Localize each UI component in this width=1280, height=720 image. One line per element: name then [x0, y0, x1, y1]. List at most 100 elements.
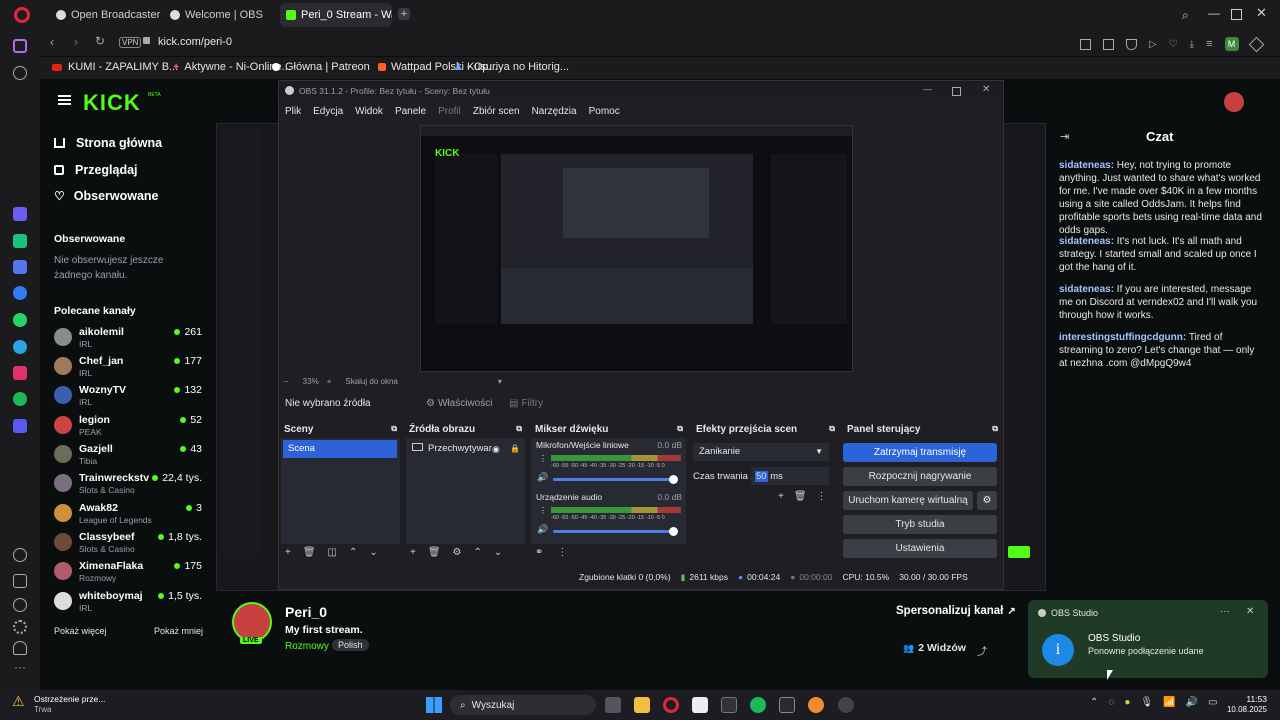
lock-icon[interactable]: 🔒 [510, 440, 520, 458]
stop-streaming-button[interactable]: Zatrzymaj transmisję [843, 443, 997, 462]
channel-item[interactable]: Trainwreckstv Slots & Casino 22,4 tys. [54, 471, 202, 499]
scene-filter-icon[interactable]: ◫ [328, 547, 337, 558]
channel-item[interactable]: Gazjell Tibia 43 [54, 442, 202, 470]
microphone-icon[interactable]: 🎙 [1140, 697, 1153, 708]
streamer-avatar[interactable] [232, 602, 272, 642]
show-more-button[interactable]: Pokaż więcej [54, 626, 107, 636]
reload-icon[interactable]: ↻ [95, 34, 105, 48]
settings-button[interactable]: Ustawienia [843, 539, 997, 558]
more-icon[interactable]: ··· [1220, 606, 1230, 617]
task-view-icon[interactable] [605, 697, 621, 713]
clock-time[interactable]: 11:53 [1221, 694, 1267, 704]
clock-date[interactable]: 10.08.2025 [1214, 705, 1267, 714]
transition-select[interactable]: Zanikanie ▼ [693, 443, 829, 461]
dock-float-icon[interactable]: ⧉ [516, 424, 522, 434]
scene-item[interactable]: Scena [283, 440, 397, 458]
zoom-out-icon[interactable]: − [284, 377, 289, 386]
speaker-icon[interactable]: 🔊 [537, 472, 548, 483]
player-icon[interactable] [13, 419, 27, 433]
bulb-icon[interactable] [13, 641, 27, 655]
history-icon[interactable] [13, 598, 27, 612]
kick-logo[interactable]: KICK [83, 90, 141, 116]
filters-button[interactable]: ▤ Filtry [509, 394, 543, 412]
tab-obs-software[interactable]: Open Broadcaster Software [50, 3, 162, 27]
profile-avatar[interactable]: M [1224, 37, 1239, 51]
collapse-chat-icon[interactable]: ⇥ [1060, 130, 1069, 143]
windows-start-icon[interactable] [426, 697, 442, 713]
virtual-camera-settings-button[interactable]: ⚙ [977, 491, 997, 510]
add-source-icon[interactable]: + [410, 547, 416, 558]
terminal-icon[interactable] [779, 697, 795, 713]
link-icon[interactable]: ⚭ [535, 547, 543, 558]
user-avatar[interactable] [1224, 92, 1244, 112]
bookmark-item[interactable]: KUMI - ZAPALIMY B... [52, 61, 178, 73]
warning-title[interactable]: Ostrzeżenie prze... [34, 694, 105, 704]
gear-icon[interactable]: ⚙ [453, 547, 462, 558]
tab-welcome-obs[interactable]: Welcome | OBS [164, 3, 276, 27]
star-icon[interactable] [13, 66, 27, 80]
bookmark-item[interactable]: Główna | Patreon [272, 61, 370, 73]
minimize-button[interactable]: — [1208, 6, 1220, 20]
share-icon[interactable] [1080, 38, 1091, 50]
bag-icon[interactable] [13, 260, 27, 274]
move-up-icon[interactable]: ⌃ [349, 547, 357, 558]
messenger-icon[interactable] [13, 286, 27, 300]
start-recording-button[interactable]: Rozpocznij nagrywanie [843, 467, 997, 486]
spotify-icon[interactable] [13, 392, 27, 406]
back-icon[interactable]: ‹ [50, 35, 54, 49]
chevron-up-icon[interactable]: ⌃ [1090, 697, 1098, 708]
hamburger-menu-icon[interactable] [58, 95, 71, 105]
dock-float-icon[interactable]: ⧉ [992, 424, 998, 434]
download-icon[interactable]: ⤓ [1190, 39, 1194, 50]
share-icon[interactable]: ⤴ [977, 643, 987, 658]
channel-item[interactable]: aikolemil IRL 261 [54, 325, 202, 353]
channel-item[interactable]: legion PEAK 52 [54, 413, 202, 441]
play-icon[interactable]: ▷ [1149, 39, 1157, 50]
studio-mode-button[interactable]: Tryb studia [843, 515, 997, 534]
tab-peri-stream[interactable]: Peri_0 Stream - Watch Live [280, 3, 392, 27]
menu-scene-collection[interactable]: Zbiór scen [473, 106, 520, 117]
channel-item[interactable]: WoznyTV IRL 132 [54, 383, 202, 411]
streamer-name[interactable]: Peri_0 [285, 604, 327, 620]
dock-float-icon[interactable]: ⧉ [677, 424, 683, 434]
slider-handle[interactable] [669, 475, 678, 484]
shield-icon[interactable] [1126, 38, 1137, 50]
menu-view[interactable]: Widok [355, 106, 383, 117]
remove-transition-icon[interactable]: 🗑 [794, 491, 807, 502]
tray-app-icon[interactable]: ◌ [1108, 697, 1114, 708]
close-button[interactable]: ✕ [1256, 5, 1267, 21]
home-icon[interactable] [13, 39, 27, 53]
menu-profile[interactable]: Profil [438, 106, 461, 117]
slider-handle[interactable] [669, 527, 678, 536]
vpn-badge[interactable]: VPN [119, 37, 142, 48]
opera-icon[interactable] [663, 697, 679, 713]
channel-item[interactable]: XimenaFlaka Rozmowy 175 [54, 559, 202, 587]
nav-home[interactable]: Strona główna [54, 136, 162, 150]
channel-item[interactable]: Classybeef Slots & Casino 1,8 tys. [54, 530, 202, 558]
move-down-icon[interactable]: ⌄ [369, 547, 377, 558]
minimize-button[interactable]: — [923, 84, 932, 94]
speaker-icon[interactable]: 🔊 [537, 524, 548, 535]
forward-icon[interactable]: › [74, 35, 78, 49]
chatgpt-icon[interactable] [13, 234, 27, 248]
more-icon[interactable]: ⋮ [539, 454, 547, 463]
show-less-button[interactable]: Pokaż mniej [154, 626, 203, 636]
volume-slider[interactable] [553, 530, 671, 533]
menu-edit[interactable]: Edycja [313, 106, 343, 117]
instagram-icon[interactable] [13, 366, 27, 380]
close-button[interactable]: ✕ [982, 84, 990, 95]
dock-float-icon[interactable]: ⧉ [829, 424, 835, 434]
wifi-icon[interactable]: 📶 [1163, 697, 1175, 708]
eye-icon[interactable]: ◉ [492, 440, 500, 458]
toast-notification[interactable]: OBS Studio ··· ✕ i OBS Studio Ponowne po… [1028, 600, 1268, 678]
language-tag[interactable]: Polish [332, 639, 369, 651]
notepad-icon[interactable] [692, 697, 708, 713]
add-scene-icon[interactable]: + [285, 547, 291, 558]
search-icon[interactable]: ⌕ [1182, 8, 1189, 23]
menu-icon[interactable]: ≡ [1206, 38, 1212, 50]
move-up-icon[interactable]: ⌃ [474, 547, 482, 558]
nav-following[interactable]: ♡ Obserwowane [54, 189, 159, 203]
source-item[interactable]: Przechwytywar ◉ 🔒 [408, 440, 522, 458]
more-icon[interactable]: ··· [14, 660, 26, 674]
obs-icon[interactable] [838, 697, 854, 713]
